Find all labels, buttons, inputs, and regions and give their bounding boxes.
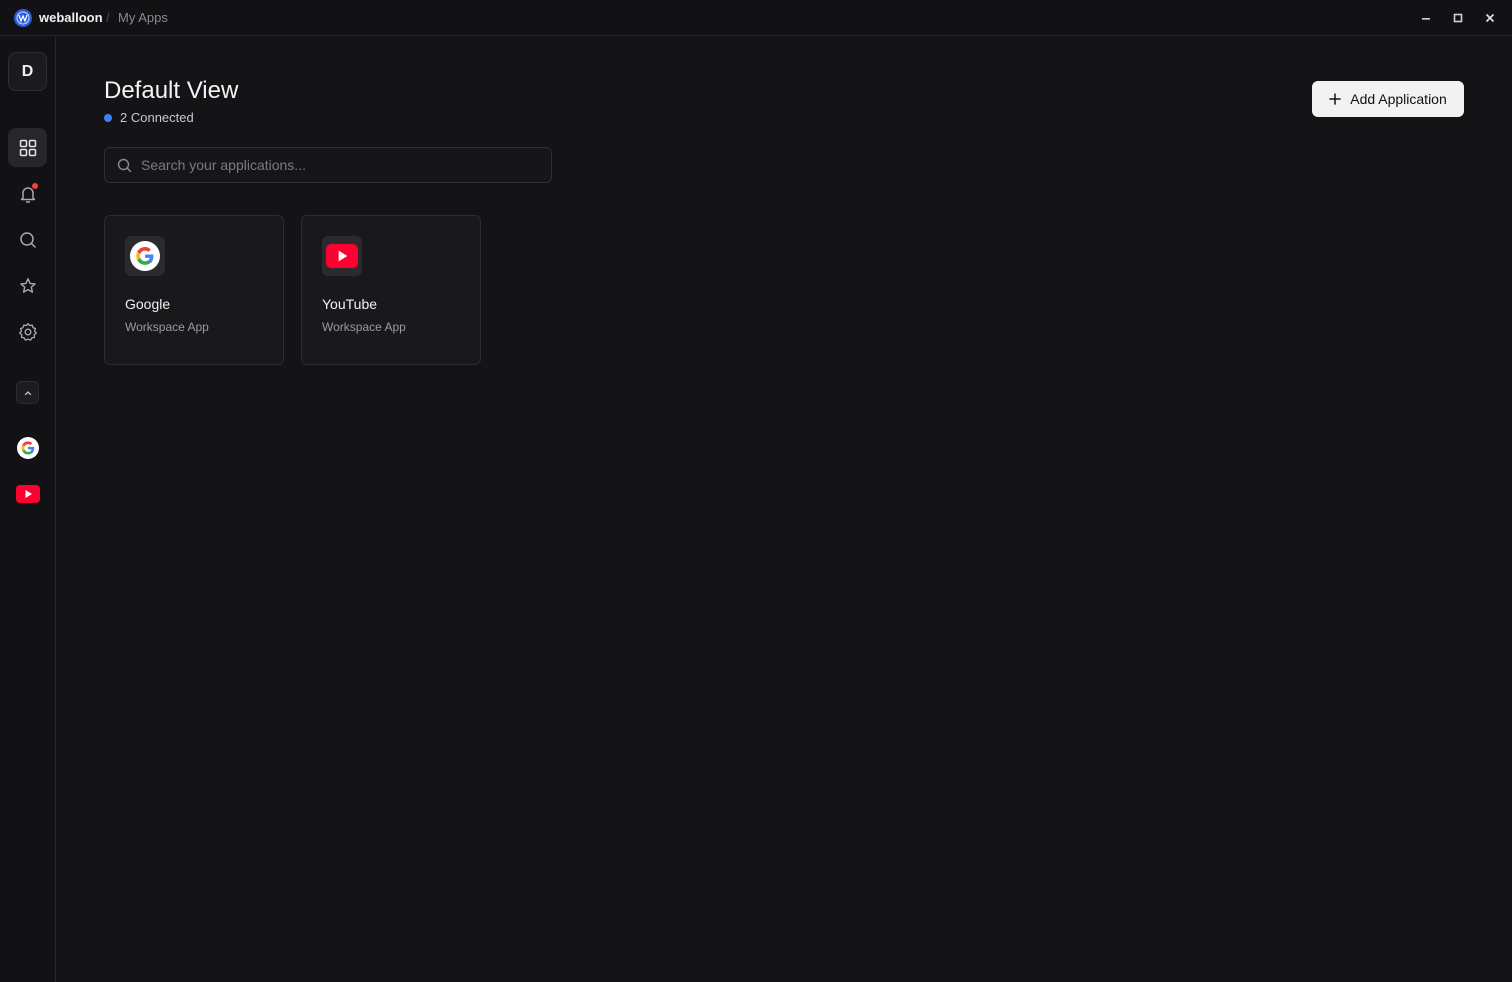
collapse-apps-button[interactable] — [16, 381, 39, 404]
sidebar: D — [0, 36, 56, 982]
search-input[interactable] — [141, 148, 541, 182]
maximize-button[interactable] — [1448, 8, 1468, 28]
title-bar: weballoon / My Apps — [0, 0, 1512, 36]
google-icon — [16, 436, 39, 459]
search-icon — [117, 158, 132, 173]
gear-icon — [18, 322, 37, 341]
status-text: 2 Connected — [120, 110, 194, 125]
minimize-button[interactable] — [1416, 8, 1436, 28]
app-card-google[interactable]: Google Workspace App — [104, 215, 284, 365]
card-icon-container — [322, 236, 362, 276]
sidebar-item-apps[interactable] — [8, 128, 47, 167]
close-icon — [1485, 13, 1495, 23]
app-card-name: YouTube — [322, 296, 378, 312]
breadcrumb-separator: / — [106, 10, 110, 25]
youtube-icon — [15, 484, 40, 503]
grid-icon — [19, 139, 36, 156]
star-icon — [19, 277, 36, 293]
notification-badge — [32, 183, 38, 189]
plus-icon — [1329, 93, 1341, 105]
connection-status: 2 Connected — [104, 110, 194, 125]
app-card-name: Google — [125, 296, 171, 312]
sidebar-app-google[interactable] — [15, 435, 40, 460]
maximize-icon — [1453, 13, 1463, 23]
search-icon — [19, 231, 36, 248]
card-icon-container — [125, 236, 165, 276]
minimize-icon — [1422, 18, 1430, 20]
brand-name: weballoon — [39, 10, 103, 25]
add-application-label: Add Application — [1350, 91, 1447, 107]
app-card-subtitle: Workspace App — [322, 320, 406, 334]
close-button[interactable] — [1480, 8, 1500, 28]
sidebar-item-notifications[interactable] — [8, 174, 47, 213]
search-box — [104, 147, 552, 183]
app-card-youtube[interactable]: YouTube Workspace App — [301, 215, 481, 365]
youtube-icon — [326, 244, 358, 268]
status-dot-icon — [104, 113, 112, 122]
google-icon — [130, 241, 160, 271]
sidebar-app-youtube[interactable] — [15, 481, 40, 506]
breadcrumb-my-apps[interactable]: My Apps — [118, 10, 168, 25]
page-title: Default View — [104, 77, 239, 104]
sidebar-item-search[interactable] — [8, 220, 47, 259]
add-application-button[interactable]: Add Application — [1312, 81, 1464, 117]
avatar[interactable]: D — [8, 52, 47, 91]
sidebar-item-settings[interactable] — [8, 312, 47, 351]
chevron-up-icon — [24, 390, 31, 395]
sidebar-item-favorites[interactable] — [8, 266, 47, 305]
app-card-subtitle: Workspace App — [125, 320, 209, 334]
weballoon-logo-icon — [14, 9, 32, 27]
